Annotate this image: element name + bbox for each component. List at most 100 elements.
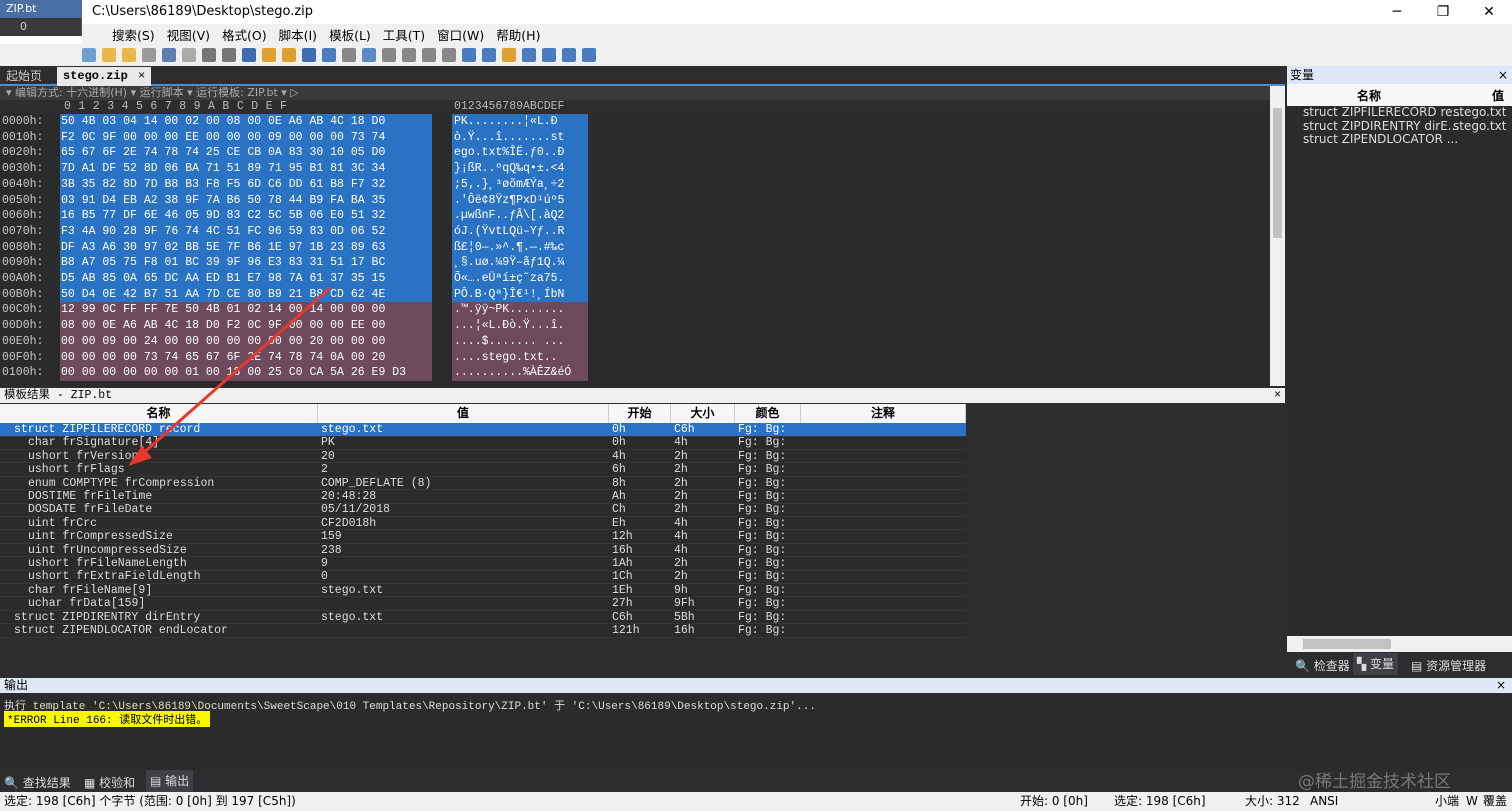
- hex-bytes[interactable]: 00 00 09 00 24 00 00 00 00 00 00 00 20 0…: [60, 334, 432, 350]
- template-results-close-icon[interactable]: ×: [1274, 388, 1281, 403]
- paragraph-icon[interactable]: [402, 48, 416, 62]
- checksum-icon[interactable]: [562, 48, 576, 62]
- hex-row[interactable]: 00D0h: 08 00 0E A6 AB 4C 18 D0 F2 0C 9F 0…: [0, 318, 1270, 334]
- menu-search[interactable]: 搜索(S): [106, 25, 161, 44]
- hex-view[interactable]: 0000h: 50 4B 03 04 14 00 02 00 08 00 0E A…: [0, 114, 1270, 386]
- copy-icon[interactable]: [162, 48, 176, 62]
- hex-ascii[interactable]: .µwßnF..ƒÂ\[.àQ2: [452, 208, 588, 224]
- template-row[interactable]: struct ZIPENDLOCATOR endLocator 121h 16h Fg…: [0, 624, 966, 638]
- menu-tools[interactable]: 工具(T): [377, 25, 431, 44]
- hex-ascii[interactable]: PÔ.B·Qª}Î€¹!¸ÍbN: [452, 287, 588, 303]
- tab-find-results[interactable]: 🔍 查找结果: [4, 774, 71, 791]
- hex-ascii[interactable]: ....$....... ...: [452, 334, 588, 350]
- menu-format[interactable]: 格式(O): [216, 25, 273, 44]
- var-col-name[interactable]: 名称: [1357, 87, 1381, 104]
- variable-row[interactable]: struct ZIPDIRENTRY dirE... stego.txt: [1287, 120, 1512, 134]
- open-file-icon[interactable]: [82, 48, 96, 62]
- col-value[interactable]: 值: [318, 404, 609, 423]
- template-row[interactable]: uint frUncompressedSize 238 16h 4h Fg: Bg:: [0, 544, 966, 558]
- grid-icon[interactable]: [442, 48, 456, 62]
- hex-ascii[interactable]: ..........%ÀÊZ&éÓ: [452, 365, 588, 381]
- template-list-header[interactable]: ZIP.bt: [0, 0, 82, 18]
- hex-bytes[interactable]: D5 AB 85 0A 65 DC AA ED B1 E7 98 7A 61 3…: [60, 271, 432, 287]
- hex-row[interactable]: 0040h: 3B 35 82 8D 7D B8 B3 F8 F5 6D C6 D…: [0, 177, 1270, 193]
- hex-bytes[interactable]: 65 67 6F 2E 74 78 74 25 CE CB 0A 83 30 1…: [60, 145, 432, 161]
- tab-output[interactable]: ▤ 输出: [146, 770, 193, 792]
- col-name[interactable]: 名称: [0, 404, 318, 423]
- hex-ascii[interactable]: ò.Ÿ...î.......st: [452, 130, 588, 146]
- hex-row[interactable]: 00B0h: 50 D4 0E 42 B7 51 AA 7D CE 80 B9 2…: [0, 287, 1270, 303]
- hex-bytes[interactable]: 3B 35 82 8D 7D B8 B3 F8 F5 6D C6 DD 61 B…: [60, 177, 432, 193]
- hex-ascii[interactable]: óJ.(ŸvtLQü–Yƒ..R: [452, 224, 588, 240]
- open-folder-icon[interactable]: [102, 48, 116, 62]
- hex-ascii[interactable]: .™.ÿÿ~PK........: [452, 302, 588, 318]
- redo-icon[interactable]: [222, 48, 236, 62]
- percent-icon[interactable]: [522, 48, 536, 62]
- template-row[interactable]: DOSTIME frFileTime 20:48:28 Ah 2h Fg: Bg:: [0, 490, 966, 504]
- replace-icon[interactable]: [262, 48, 276, 62]
- menu-help[interactable]: 帮助(H): [490, 25, 546, 44]
- tab-variables[interactable]: ▚ 变量: [1353, 653, 1398, 675]
- hex-row[interactable]: 0100h: 00 00 00 00 00 00 01 00 18 00 25 C…: [0, 365, 1270, 381]
- undo-icon[interactable]: [202, 48, 216, 62]
- template-row[interactable]: ushort frFileNameLength 9 1Ah 2h Fg: Bg:: [0, 557, 966, 571]
- menu-view[interactable]: 视图(V): [161, 25, 216, 44]
- goto-icon[interactable]: [302, 48, 316, 62]
- template-row[interactable]: enum COMPTYPE frCompression COMP_DEFLATE …: [0, 477, 966, 491]
- col-size[interactable]: 大小: [671, 404, 735, 423]
- var-scroll-thumb[interactable]: [1303, 639, 1391, 649]
- hex-bytes[interactable]: DF A3 A6 30 97 02 BB 5E 7F B6 1E 97 1B 2…: [60, 240, 432, 256]
- tab-start-page[interactable]: 起始页: [0, 67, 48, 86]
- find-icon[interactable]: [242, 48, 256, 62]
- hex-ascii[interactable]: ego.txt%ÎË.ƒ0..Ð: [452, 145, 588, 161]
- hex-vertical-scrollbar[interactable]: [1270, 86, 1285, 386]
- hex-row[interactable]: 0020h: 65 67 6F 2E 74 78 74 25 CE CB 0A 8…: [0, 145, 1270, 161]
- hex-ascii[interactable]: }¡ßR..ºqQ‰q•±.<4: [452, 161, 588, 177]
- menu-script[interactable]: 脚本(I): [273, 25, 323, 44]
- status-overwrite-mode[interactable]: 覆盖: [1483, 792, 1507, 811]
- tab-inspector[interactable]: 🔍 检查器: [1295, 657, 1350, 674]
- col-color[interactable]: 颜色: [735, 404, 801, 423]
- highlight-icon[interactable]: [342, 48, 356, 62]
- menu-template[interactable]: 模板(L): [323, 25, 377, 44]
- output-close-icon[interactable]: ×: [1496, 678, 1506, 693]
- var-col-value[interactable]: 值: [1492, 87, 1504, 104]
- hex-row[interactable]: 00F0h: 00 00 00 00 73 74 65 67 6F 2E 74 7…: [0, 350, 1270, 366]
- hex-bytes[interactable]: F2 0C 9F 00 00 00 EE 00 00 00 09 00 00 0…: [60, 130, 432, 146]
- hex-row[interactable]: 0060h: 16 B5 77 DF 6E 46 05 9D 83 C2 5C 5…: [0, 208, 1270, 224]
- template-row[interactable]: uchar frData[159] 27h 9Fh Fg: Bg:: [0, 597, 966, 611]
- hex-editor-options[interactable]: ▾ 编辑方式: 十六进制(H) ▾ 运行脚本 ▾ 运行模板: ZIP.bt ▾ …: [0, 86, 1285, 100]
- template-row[interactable]: uint frCompressedSize 159 12h 4h Fg: Bg:: [0, 530, 966, 544]
- hex-ascii[interactable]: .'Ôë¢8Ÿz¶PxD¹úº5: [452, 193, 588, 209]
- hex-ascii[interactable]: ß£¦0—.»^.¶.—.#‰c: [452, 240, 588, 256]
- hex-row[interactable]: 00A0h: D5 AB 85 0A 65 DC AA ED B1 E7 98 7…: [0, 271, 1270, 287]
- scroll-thumb[interactable]: [1273, 108, 1282, 238]
- columns-icon[interactable]: [382, 48, 396, 62]
- status-encoding[interactable]: ANSI: [1310, 792, 1338, 811]
- hex-row[interactable]: 0090h: B8 A7 05 75 F8 01 BC 39 9F 96 E3 8…: [0, 255, 1270, 271]
- hex-bytes[interactable]: B8 A7 05 75 F8 01 BC 39 9F 96 E3 83 31 5…: [60, 255, 432, 271]
- compare-icon[interactable]: [502, 48, 516, 62]
- find-in-files-icon[interactable]: [282, 48, 296, 62]
- hex-bytes[interactable]: 7D A1 DF 52 8D 06 BA 71 51 89 71 95 B1 8…: [60, 161, 432, 177]
- tab-stego-zip[interactable]: stego.zip ×: [57, 67, 151, 86]
- hex-bytes[interactable]: 00 00 00 00 73 74 65 67 6F 2E 74 78 74 0…: [60, 350, 432, 366]
- paste-icon[interactable]: [182, 48, 196, 62]
- hex-row[interactable]: 0070h: F3 4A 90 28 9F 76 74 4C 51 FC 96 5…: [0, 224, 1270, 240]
- col-start[interactable]: 开始: [609, 404, 671, 423]
- histogram-icon[interactable]: [542, 48, 556, 62]
- hex-bytes[interactable]: 12 99 0C FF FF 7E 50 4B 01 02 14 00 14 0…: [60, 302, 432, 318]
- hex-bytes[interactable]: 16 B5 77 DF 6E 46 05 9D 83 C2 5C 5B 06 E…: [60, 208, 432, 224]
- split-icon[interactable]: [422, 48, 436, 62]
- hex-ascii[interactable]: Õ«….eÜªí±ç˜za75.: [452, 271, 588, 287]
- template-row[interactable]: ushort frFlags 2 6h 2h Fg: Bg:: [0, 463, 966, 477]
- hex-row[interactable]: 0030h: 7D A1 DF 52 8D 06 BA 71 51 89 71 9…: [0, 161, 1270, 177]
- hex-bytes[interactable]: 03 91 D4 EB A2 38 9F 7A B6 50 78 44 B9 F…: [60, 193, 432, 209]
- hex-row[interactable]: 00E0h: 00 00 09 00 24 00 00 00 00 00 00 0…: [0, 334, 1270, 350]
- hex-mode-icon[interactable]: [362, 48, 376, 62]
- tab-close-icon[interactable]: ×: [138, 69, 145, 83]
- variables-horizontal-scrollbar[interactable]: [1287, 636, 1512, 652]
- template-row[interactable]: DOSDATE frFileDate 05/11/2018 Ch 2h Fg: Bg:: [0, 503, 966, 517]
- template-row[interactable]: ushort frVersion 20 4h 2h Fg: Bg:: [0, 450, 966, 464]
- maximize-button[interactable]: ❐: [1420, 0, 1466, 24]
